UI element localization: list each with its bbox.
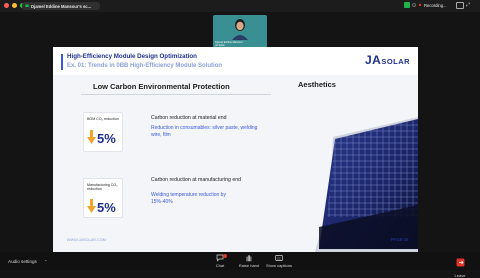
notification-badge [223, 254, 227, 258]
down-arrow-icon [87, 199, 96, 213]
participant-video-tile[interactable]: Djamel Eddine Mansour JA Solar [213, 15, 267, 48]
section-left-title: Low Carbon Environmental Protection [93, 82, 230, 91]
info-icon [412, 3, 416, 7]
leave-button[interactable]: Leave [452, 254, 468, 278]
close-window-button[interactable] [4, 3, 9, 8]
leave-icon [456, 258, 465, 267]
material-point: Carbon reduction at material end [151, 115, 227, 121]
leave-label: Leave [452, 273, 468, 278]
minimize-window-button[interactable] [12, 3, 17, 8]
logo-main: JA [365, 53, 381, 67]
card-value: 5% [97, 131, 116, 146]
chevron-up-icon[interactable]: ⌃ [44, 259, 47, 264]
shared-slide: High-Efficiency Module Design Optimizati… [53, 47, 418, 252]
bom-reduction-card: BOM CO₂ reduction 5% [83, 112, 123, 152]
down-arrow-icon [87, 130, 96, 144]
card-value: 5% [97, 200, 116, 215]
section-divider [81, 94, 271, 95]
show-captions-button[interactable]: CC Show captions [264, 254, 294, 268]
chat-label: Chat [205, 263, 235, 268]
record-dot-icon [418, 3, 422, 7]
shield-icon [404, 2, 410, 8]
manufacturing-point: Carbon reduction at manufacturing end [151, 177, 241, 183]
screen-share-icon [25, 4, 29, 8]
solar-panel-image [275, 77, 418, 252]
raise-hand-button[interactable]: Raise hand [234, 254, 264, 268]
ja-solar-logo: JASOLAR [365, 53, 410, 67]
captions-icon: CC [275, 254, 283, 262]
slide-header [53, 47, 418, 75]
hand-icon [245, 254, 253, 262]
page-number: PAGE 16 [391, 237, 408, 242]
captions-label: Show captions [264, 263, 294, 268]
svg-text:CC: CC [277, 256, 282, 260]
window-top-bar: Djamel Eddine Mansour's sc... Recording.… [0, 0, 480, 12]
card-label: Manufacturing CO₂ reduction [87, 183, 121, 191]
view-grid-icon[interactable] [456, 2, 464, 9]
recording-label: Recording... [424, 3, 447, 8]
audio-settings-button[interactable]: Audio settings [8, 259, 37, 264]
footer-url: WWW.JASOLAR.COM [67, 238, 106, 242]
logo-sub: SOLAR [381, 57, 410, 66]
card-label: BOM CO₂ reduction [87, 117, 121, 121]
raise-hand-label: Raise hand [234, 263, 264, 268]
title-accent-bar [61, 54, 63, 70]
slide-title: High-Efficiency Module Design Optimizati… [67, 53, 197, 60]
section-right-title: Aesthetics [298, 80, 336, 89]
screen-share-indicator[interactable]: Djamel Eddine Mansour's sc... [22, 2, 100, 10]
meeting-toolbar: Audio settings ⌃ Chat Raise hand CC Show… [0, 252, 480, 270]
fullscreen-icon[interactable]: ⤢ [466, 2, 474, 9]
recording-indicator[interactable]: Recording... [404, 2, 447, 8]
material-detail: Reduction in consumables: silver paste, … [151, 125, 261, 139]
chat-button[interactable]: Chat [205, 254, 235, 268]
manufacturing-reduction-card: Manufacturing CO₂ reduction 5% [83, 178, 123, 218]
share-owner-label: Djamel Eddine Mansour's sc... [31, 4, 91, 9]
participant-avatar [231, 18, 249, 40]
slide-subtitle: Ex. 01: Trends in 0BB High-Efficiency Mo… [67, 63, 222, 69]
manufacturing-detail: Welding temperature reduction by 15%-40% [151, 192, 241, 206]
